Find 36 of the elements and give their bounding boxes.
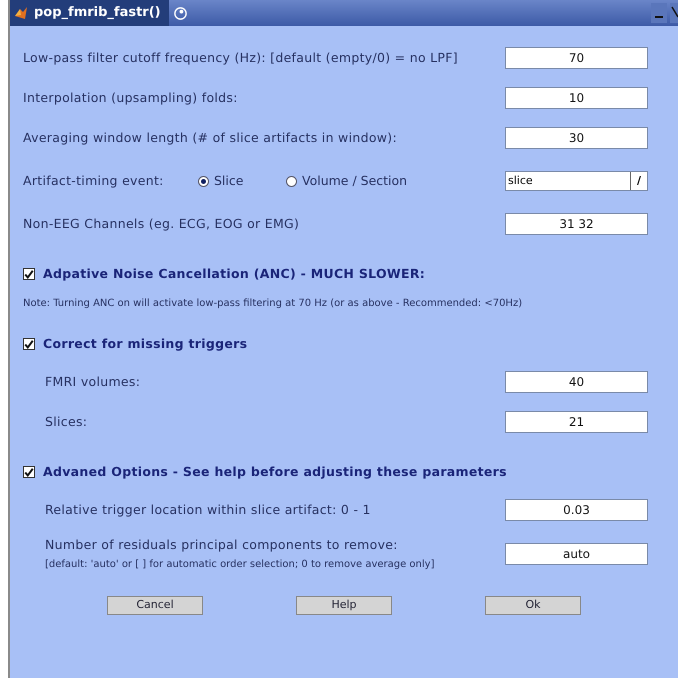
app-icon (14, 6, 28, 20)
input-field[interactable]: 21 (505, 411, 648, 433)
field-hint: [default: 'auto' or [ ] for automatic order selection; 0 to remove average only] (45, 558, 434, 572)
radio-option[interactable]: Slice (198, 172, 286, 190)
field-label: Interpolation (upsampling) folds: (23, 88, 238, 107)
field-label: Averaging window length (# of slice artifacts in window): (23, 128, 397, 147)
input-field[interactable]: auto (505, 543, 648, 565)
checkbox[interactable] (23, 338, 35, 350)
input-field[interactable]: 10 (505, 87, 648, 109)
field-label: Slices: (45, 412, 88, 431)
input-field[interactable]: 70 (505, 47, 648, 69)
radio-button[interactable] (286, 176, 297, 186)
dialog-button[interactable]: Help (296, 596, 392, 615)
radio-button[interactable] (198, 176, 209, 186)
input-field[interactable]: 30 (505, 127, 648, 149)
radio-option[interactable]: Volume / Section (286, 172, 426, 190)
checkbox[interactable] (23, 466, 35, 478)
field-label: Relative trigger location within slice artifact: 0 - 1 (45, 500, 371, 519)
dropdown[interactable]: slice / (505, 171, 648, 191)
minimize-icon[interactable] (651, 3, 667, 23)
dialog-button[interactable]: Cancel (107, 596, 203, 615)
field-label: Artifact-timing event: (23, 172, 165, 190)
field-label: Non-EEG Channels (eg. ECG, EOG or EMG) (23, 214, 300, 233)
input-field[interactable]: 31 32 (505, 213, 648, 235)
field-label: Number of residuals principal components to remove: (45, 536, 399, 554)
checkbox-label: Adpative Noise Cancellation (ANC) - MUCH SLOWER: (43, 264, 426, 283)
dialog-button[interactable]: Ok (485, 596, 581, 615)
note-text: Note: Turning ANC on will activate low-pass filtering at 70 Hz (or as above - Recommended: <70Hz) (23, 296, 522, 310)
field-label: FMRI volumes: (45, 372, 140, 391)
field-label: Low-pass filter cutoff frequency (Hz): [default (empty/0) = no LPF] (23, 48, 458, 67)
checkbox-label: Advaned Options - See help before adjusting these parameters (43, 462, 507, 481)
checkbox[interactable] (23, 268, 35, 280)
window-title: pop_fmrib_fastr() (34, 4, 161, 22)
input-field[interactable]: 40 (505, 371, 648, 393)
input-field[interactable]: 0.03 (505, 499, 648, 521)
checkbox-label: Correct for missing triggers (43, 334, 248, 353)
